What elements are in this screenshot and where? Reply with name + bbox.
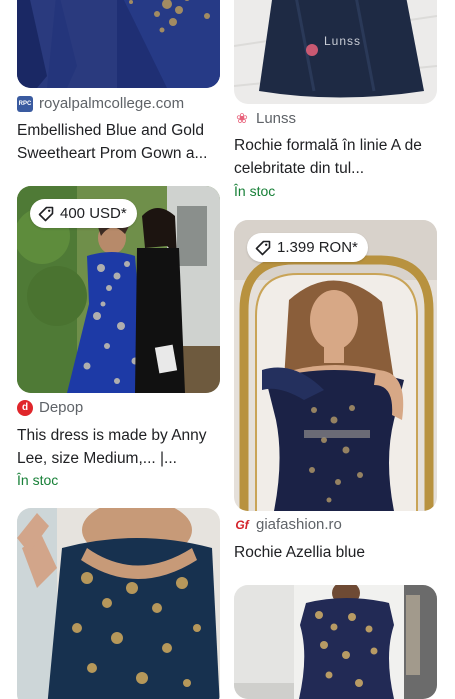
price-tag-icon xyxy=(38,206,54,222)
result-image[interactable]: Lunss xyxy=(234,0,437,104)
result-source[interactable]: RPC royalpalmcollege.com xyxy=(17,95,184,112)
stock-status: În stoc xyxy=(17,472,59,488)
result-source[interactable]: Gf giafashion.ro xyxy=(234,516,342,533)
result-image[interactable] xyxy=(17,0,220,88)
source-name: royalpalmcollege.com xyxy=(39,95,185,112)
price-text: 1.399 RON* xyxy=(277,239,358,256)
source-name: Lunss xyxy=(256,110,297,127)
result-image[interactable]: 1.399 RON* xyxy=(234,220,437,511)
source-name: giafashion.ro xyxy=(256,516,342,533)
lunss-favicon-icon: ❀ xyxy=(236,110,248,126)
price-badge: 400 USD* xyxy=(30,199,137,228)
price-tag-icon xyxy=(255,240,271,256)
depop-favicon-icon: d xyxy=(17,399,33,416)
result-title[interactable]: This dress is made by Anny Lee, size Med… xyxy=(17,424,227,470)
source-name: Depop xyxy=(39,399,84,416)
price-badge: 1.399 RON* xyxy=(247,233,368,262)
price-text: 400 USD* xyxy=(60,205,127,222)
stock-status: În stoc xyxy=(234,183,276,199)
lunss-watermark: Lunss xyxy=(324,34,362,48)
result-source[interactable]: d Depop xyxy=(17,399,83,416)
result-source[interactable]: ❀ Lunss xyxy=(234,110,296,127)
result-image[interactable] xyxy=(17,508,220,699)
giafashion-favicon-icon: Gf xyxy=(235,517,249,532)
royalpalm-favicon-icon: RPC xyxy=(17,95,33,112)
result-title[interactable]: Rochie formală în linie A de celebritate… xyxy=(234,134,444,180)
result-title[interactable]: Rochie Azellia blue xyxy=(234,541,444,564)
result-title[interactable]: Embellished Blue and Gold Sweetheart Pro… xyxy=(17,119,227,165)
result-image[interactable] xyxy=(234,585,437,699)
result-image[interactable]: 400 USD* xyxy=(17,186,220,393)
